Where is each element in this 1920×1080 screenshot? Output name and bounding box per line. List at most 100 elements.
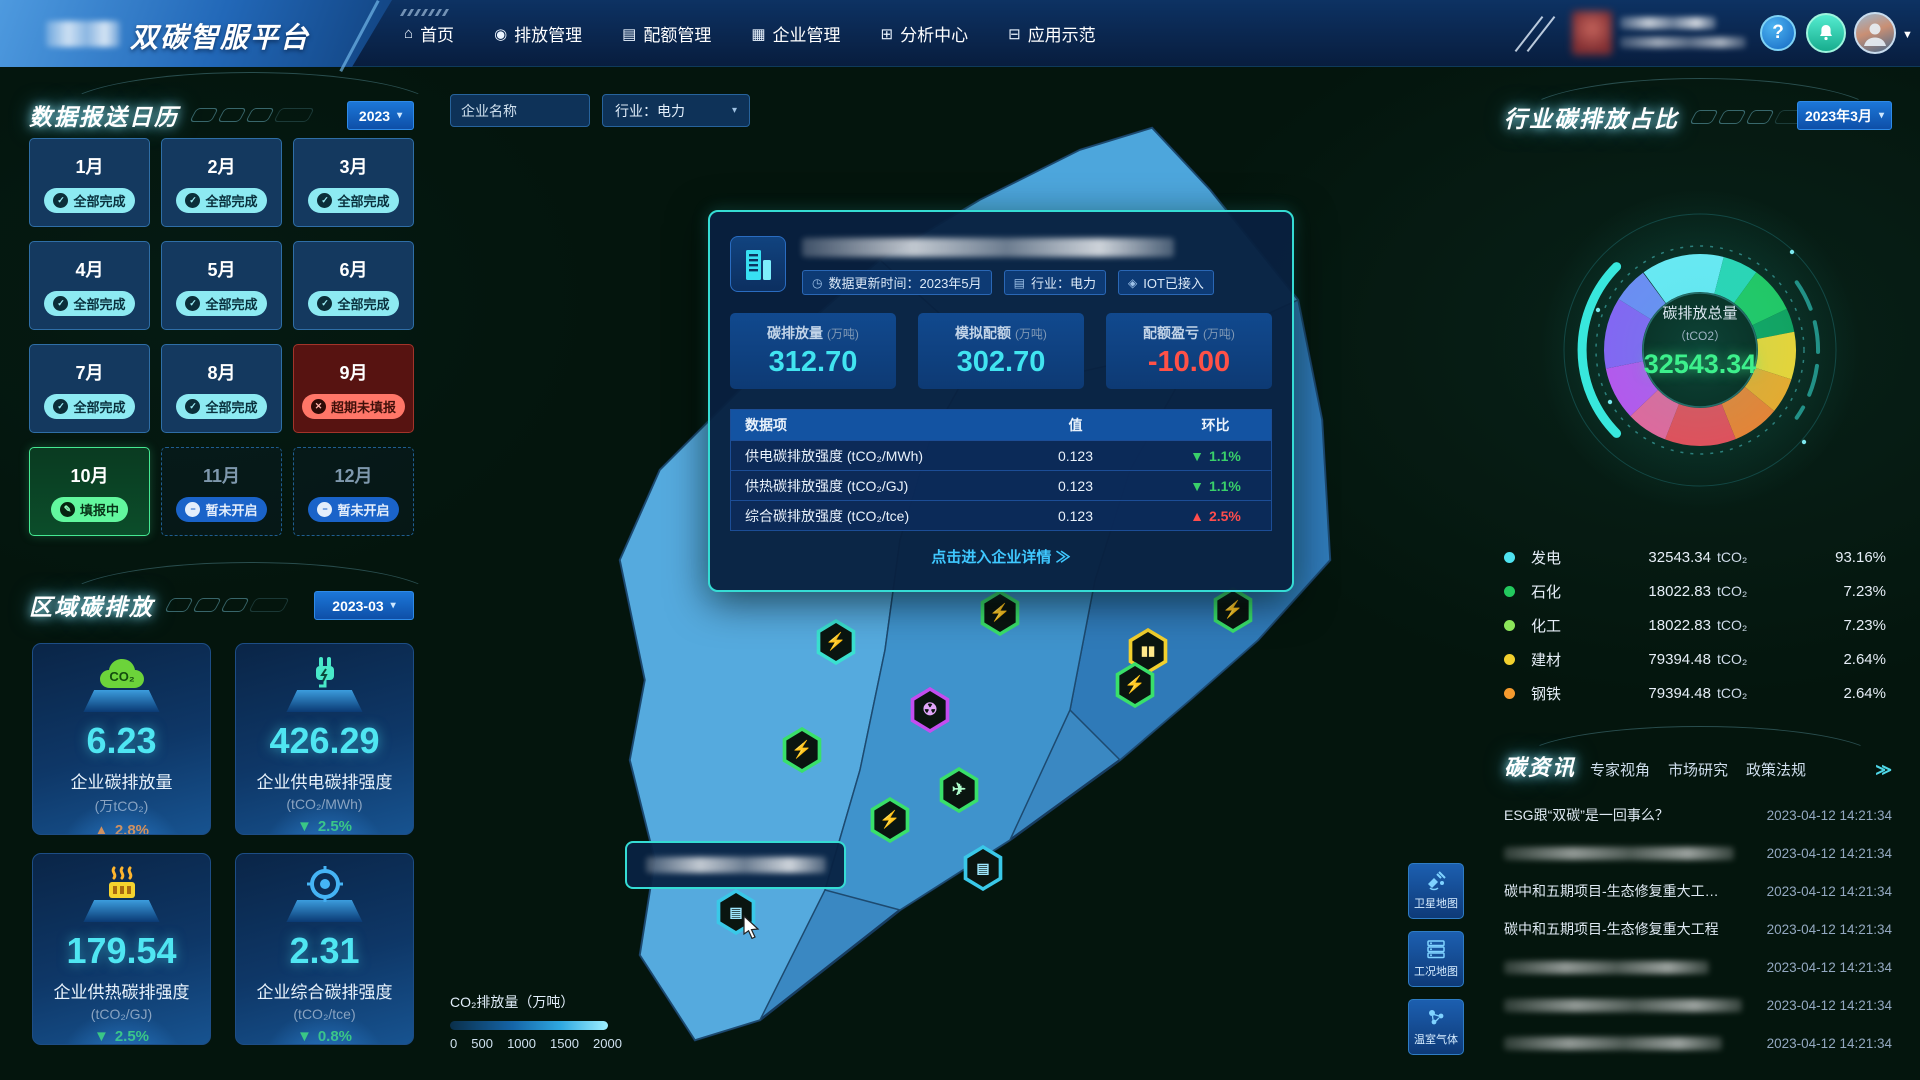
app-title: 双碳智服平台 [130,16,310,56]
layer-label: 温室气体 [1414,1031,1458,1047]
up-arrow-icon: ▲ [94,822,109,835]
col-header: 环比 [1158,410,1273,440]
month-card-mar[interactable]: 3月 ✓全部完成 [293,138,414,227]
tooltip-company-redacted [646,857,826,873]
layer-button-satellite[interactable]: 卫星地图 [1408,863,1464,919]
stat-label: 碳排放量 [767,325,823,341]
calendar-year-value: 2023 [359,108,390,124]
row-delta: ▼1.1% [1190,478,1241,494]
layer-button-ghg[interactable]: 温室气体 [1408,999,1464,1055]
nav-item-emission[interactable]: ◉ 排放管理 [494,21,582,46]
enterprise-popup: ◷数据更新时间：2023年5月 ▤行业：电力 ◈IOT已接入 碳排放量 (万吨)… [708,210,1294,592]
nav-label: 分析中心 [900,21,968,46]
month-card-oct[interactable]: 10月 ✎填报中 [29,447,150,536]
month-card-jun[interactable]: 6月 ✓全部完成 [293,241,414,330]
month-card-feb[interactable]: 2月 ✓全部完成 [161,138,282,227]
tab-policy[interactable]: 政策法规 [1746,759,1806,780]
news-item-title: ESG跟“双碳”是一回事么？ [1504,805,1669,825]
legend-percent: 2.64% [1763,651,1886,668]
news-item-time: 2023-04-12 14:21:34 [1767,922,1892,937]
status-text: 全部完成 [205,191,257,210]
col-header: 值 [993,410,1158,440]
calendar-year-dropdown[interactable]: 2023 ▾ [347,101,414,130]
month-card-jul[interactable]: 7月 ✓全部完成 [29,344,150,433]
industry-filter-dropdown[interactable]: 行业：电力 ▾ [602,94,750,127]
region-header: 区域碳排放 [29,588,286,622]
logo-redacted [46,21,120,47]
title-decoration [193,108,311,122]
row-value: 0.123 [993,501,1158,530]
legend-percent: 7.23% [1763,617,1886,634]
nav-item-home[interactable]: ⌂ 首页 [404,21,454,46]
region-period-dropdown[interactable]: 2023-03 ▾ [314,591,414,620]
stat-label: 配额盈亏 [1143,325,1199,341]
nav-item-analysis[interactable]: ⊞ 分析中心 [881,21,969,46]
month-card-dec[interactable]: 12月 −暂未开启 [293,447,414,536]
news-item[interactable]: 碳中和五期项目-生态修复重大工程 2023-04-12 14:21:34 [1504,910,1892,948]
nav-label: 企业管理 [773,21,841,46]
month-card-nov[interactable]: 11月 −暂未开启 [161,447,282,536]
row-name: 供热碳排放强度 (tCO₂/GJ) [731,471,993,500]
status-text: 全部完成 [73,191,125,210]
news-more-link[interactable]: ≫ [1875,760,1892,780]
month-card-sep[interactable]: 9月 ✕超期未填报 [293,344,414,433]
report-icon: ▦ [751,25,765,43]
layer-button-conditions[interactable]: 工况地图 [1408,931,1464,987]
news-item[interactable]: 2023-04-12 14:21:34 [1504,834,1892,872]
news-item[interactable]: ESG跟“双碳”是一回事么？ 2023-04-12 14:21:34 [1504,796,1892,834]
tag-text: IOT已接入 [1143,273,1204,292]
month-card-may[interactable]: 5月 ✓全部完成 [161,241,282,330]
icon-pedestal [287,690,363,712]
nav-item-quota[interactable]: ▤ 配额管理 [622,21,711,46]
news-item-title: 碳中和五期项目-生态修复重大工程... [1504,881,1729,901]
down-arrow-icon: ▼ [297,1028,312,1045]
help-icon: ? [1772,22,1784,44]
legend-unit: tCO₂ [1711,617,1763,633]
enterprise-detail-link[interactable]: 点击进入企业详情 ≫ [730,546,1272,567]
help-button[interactable]: ? [1760,15,1796,51]
tick: 2000 [593,1036,622,1051]
stat-value: 312.70 [769,346,858,379]
industry-period-dropdown[interactable]: 2023年3月 ▾ [1797,101,1892,130]
legend-value: 79394.48 [1601,651,1711,668]
month-label: 3月 [339,153,367,179]
month-card-jan[interactable]: 1月 ✓全部完成 [29,138,150,227]
company-search-input[interactable] [450,94,590,127]
col-header: 数据项 [731,410,993,440]
calendar-title: 数据报送日历 [29,98,179,132]
user-menu-caret[interactable]: ▼ [1902,29,1913,41]
tab-market-research[interactable]: 市场研究 [1668,759,1728,780]
header-slash-decoration [1528,12,1568,54]
document-icon: ▤ [966,849,1000,887]
legend-percent: 2.64% [1763,685,1886,702]
clock-icon: ◷ [812,276,822,290]
bell-icon [1816,23,1836,43]
row-name: 供电碳排放强度 (tCO₂/MWh) [731,441,993,470]
news-item[interactable]: 2023-04-12 14:21:34 [1504,1024,1892,1062]
status-badge: ✓全部完成 [44,291,134,316]
nav-item-demo[interactable]: ⊟ 应用示范 [1008,21,1096,46]
news-item[interactable]: 2023-04-12 14:21:34 [1504,986,1892,1024]
news-item[interactable]: 碳中和五期项目-生态修复重大工程... 2023-04-12 14:21:34 [1504,872,1892,910]
stat-label: 企业供热碳排强度 [54,978,190,1003]
legend-dot [1504,620,1515,631]
status-text: 全部完成 [73,397,125,416]
stat-value: 179.54 [66,930,176,972]
month-card-aug[interactable]: 8月 ✓全部完成 [161,344,282,433]
notifications-button[interactable] [1806,13,1846,53]
lightning-icon: ⚡ [1118,666,1152,704]
legend-unit: tCO₂ [1711,685,1763,701]
news-item[interactable]: 2023-04-12 14:21:34 [1504,948,1892,986]
month-card-apr[interactable]: 4月 ✓全部完成 [29,241,150,330]
down-arrow-icon: ▼ [94,1028,109,1045]
tab-expert-view[interactable]: 专家视角 [1590,759,1650,780]
nav-label: 应用示范 [1028,21,1096,46]
tick: 500 [471,1036,493,1051]
status-text: 全部完成 [205,397,257,416]
news-item-time: 2023-04-12 14:21:34 [1767,846,1892,861]
status-badge: ✓全部完成 [176,188,266,213]
news-item-time: 2023-04-12 14:21:34 [1767,808,1892,823]
user-avatar[interactable] [1854,12,1896,54]
nav-item-enterprise[interactable]: ▦ 企业管理 [751,21,840,46]
check-icon: ✓ [185,296,200,311]
